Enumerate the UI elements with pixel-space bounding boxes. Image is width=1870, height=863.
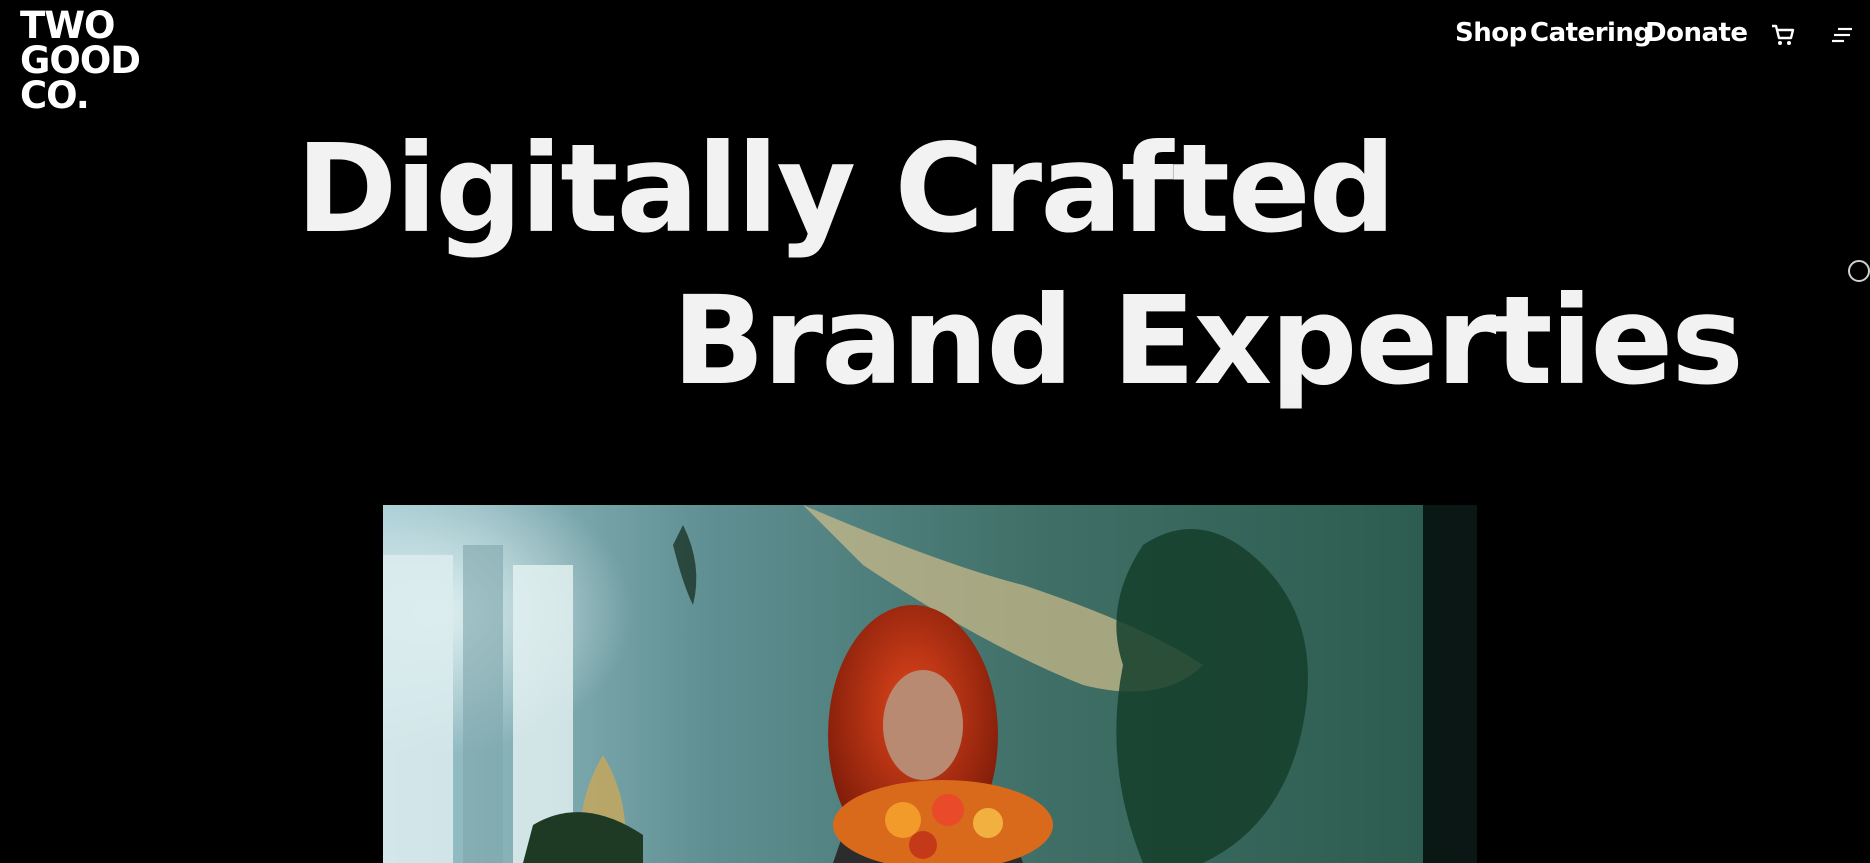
nav-shop-link[interactable]: Shop xyxy=(1455,18,1527,48)
hero-heading-line-2: Brand Experties xyxy=(672,270,1744,412)
logo-line-3: CO. xyxy=(20,74,90,117)
cursor-ring-icon xyxy=(1848,260,1870,282)
video-still xyxy=(383,505,1477,863)
cart-icon[interactable] xyxy=(1770,22,1796,48)
nav-catering-link[interactable]: Catering xyxy=(1530,18,1652,48)
hero-video[interactable] xyxy=(383,505,1477,863)
logo[interactable]: TWO GOOD CO. xyxy=(20,4,141,117)
nav-donate-link[interactable]: Donate xyxy=(1645,18,1748,48)
menu-icon[interactable] xyxy=(1830,24,1854,46)
logo-line-2: GOOD xyxy=(20,39,141,82)
page: TWO GOOD CO. Shop Catering Donate Digita… xyxy=(0,0,1870,863)
hero-heading-line-1: Digitally Crafted xyxy=(296,118,1396,260)
logo-line-1: TWO xyxy=(20,4,116,47)
